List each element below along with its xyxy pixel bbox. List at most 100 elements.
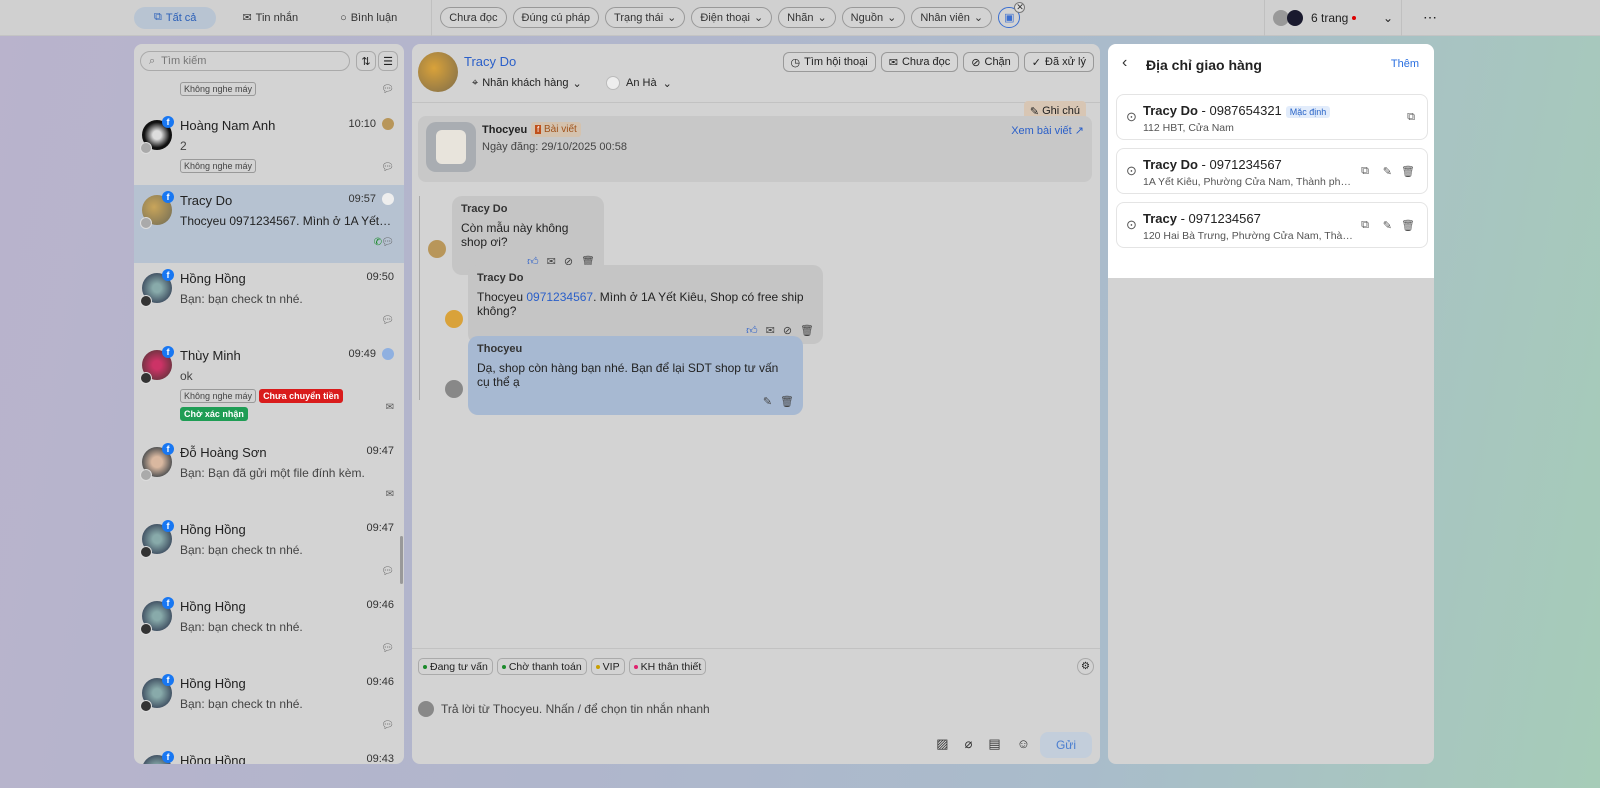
block-button[interactable]: ⊘ Chặn bbox=[963, 52, 1019, 72]
edit-icon[interactable]: ✎ bbox=[1383, 165, 1392, 178]
page-avatar bbox=[140, 469, 152, 481]
filter-source[interactable]: Nguồn ⌄ bbox=[841, 7, 906, 28]
add-address-button[interactable]: Thêm bbox=[1391, 58, 1419, 70]
search-input[interactable]: ⌕ Tìm kiếm bbox=[140, 51, 350, 71]
default-badge: Mặc định bbox=[1285, 105, 1331, 118]
mail-icon: ✉ bbox=[385, 402, 394, 413]
divider bbox=[1401, 0, 1402, 36]
message-bubble: Tracy Do Còn mẫu này không shop ơi? 👍︎ ✉ ⊘… bbox=[452, 196, 604, 275]
tag: Không nghe máy bbox=[180, 159, 257, 173]
chevron-down-icon: ⌄ bbox=[973, 12, 984, 24]
scrollbar[interactable] bbox=[400, 536, 403, 584]
conversation-item[interactable]: f Hồng Hồng 09:46 Bạn: bạn check tn nhé.… bbox=[134, 591, 404, 668]
avatar bbox=[1287, 9, 1303, 26]
filter-label[interactable]: Nhãn ⌄ bbox=[778, 7, 836, 28]
label-chip[interactable]: Đang tư vấn bbox=[418, 658, 493, 675]
back-icon[interactable]: ‹ bbox=[1122, 54, 1127, 72]
avatar bbox=[445, 380, 463, 398]
divider bbox=[412, 102, 1100, 103]
conversation-item[interactable]: f Thùy Minh 09:49 ok Không nghe máy Chưa … bbox=[134, 340, 404, 440]
comment-icon: 💬︎ bbox=[381, 315, 394, 326]
conversation-item[interactable]: f Hồng Hồng 09:43 bbox=[134, 745, 404, 764]
post-thumbnail bbox=[426, 122, 476, 172]
chevron-down-icon: ⌄ bbox=[817, 12, 827, 24]
edit-icon[interactable]: ✎ bbox=[1383, 219, 1392, 232]
close-icon[interactable]: ✕ bbox=[1014, 2, 1026, 13]
trash-icon[interactable]: 🗑︎ bbox=[1401, 219, 1415, 232]
filter-staff[interactable]: Nhân viên ⌄ bbox=[911, 7, 993, 28]
list-icon: ☰ bbox=[383, 55, 393, 68]
chevron-down-icon: ⌄ bbox=[662, 77, 672, 90]
label-chip[interactable]: KH thân thiết bbox=[628, 658, 707, 675]
avatar bbox=[418, 701, 434, 717]
label-settings-icon[interactable]: ⚙ bbox=[1077, 658, 1094, 675]
chat-panel: Tracy Do ⌖ Nhãn khách hàng ⌄ An Hà ⌄ ◷ Tìm h… bbox=[412, 44, 1100, 764]
view-post-link[interactable]: Xem bài viết ↗ bbox=[1011, 124, 1084, 137]
comment-icon: 💬︎ bbox=[381, 237, 394, 248]
facebook-icon: f bbox=[162, 751, 174, 763]
conversation-item-selected[interactable]: f Tracy Do 09:57 Thocyeu 0971234567. Mìn… bbox=[134, 185, 404, 263]
conversation-item[interactable]: Không nghe máy 💬︎ bbox=[134, 76, 404, 104]
filter-syntax[interactable]: Đúng cú pháp bbox=[512, 7, 600, 28]
emoji-icon[interactable]: ☺ bbox=[1017, 736, 1030, 752]
tab-all[interactable]: ⧉ Tất cả bbox=[134, 6, 217, 29]
conversation-list: ⌕ Tìm kiếm ⇅ ☰ Không nghe máy 💬︎ f Hoàng … bbox=[134, 44, 404, 764]
conversation-item[interactable]: f Hoàng Nam Anh 10:10 2 Không nghe máy 💬… bbox=[134, 110, 404, 185]
filter-status[interactable]: Trạng thái ⌄ bbox=[605, 7, 686, 28]
contact-name[interactable]: Tracy Do bbox=[464, 54, 516, 69]
phone-link[interactable]: 0971234567 bbox=[526, 290, 593, 304]
tab-comments[interactable]: ○ Bình luận bbox=[324, 7, 413, 29]
address-card[interactable]: ⊙ Tracy Do - 0971234567 1A Yết Kiêu, Phư… bbox=[1116, 148, 1428, 194]
image-icon[interactable]: ▨ bbox=[936, 736, 948, 752]
check-icon: ✓ bbox=[1031, 56, 1042, 69]
page-avatar bbox=[140, 295, 152, 307]
page-avatar bbox=[140, 372, 152, 384]
conversation-item[interactable]: f Hồng Hồng 09:50 Bạn: bạn check tn nhé.… bbox=[134, 263, 404, 340]
page-selector[interactable]: 6 trang ⌄ bbox=[1273, 9, 1393, 26]
comment-icon: 💬︎ bbox=[381, 643, 394, 654]
trash-icon[interactable]: 🗑︎ bbox=[1401, 165, 1415, 178]
location-pin-icon: ⊙ bbox=[1126, 109, 1137, 124]
search-conversation-button[interactable]: ◷ Tìm hội thoại bbox=[782, 52, 876, 72]
attachment-icon[interactable]: ⌀ bbox=[965, 736, 973, 752]
copy-icon[interactable]: ⧉ bbox=[1361, 219, 1369, 232]
filter-phone[interactable]: Điện thoại ⌄ bbox=[691, 7, 773, 28]
copy-icon[interactable]: ⧉ bbox=[1361, 165, 1369, 178]
mark-unread-button[interactable]: ✉ Chưa đọc bbox=[880, 52, 959, 72]
filter-unread[interactable]: Chưa đọc bbox=[440, 7, 507, 28]
address-card[interactable]: ⊙ Tracy - 0971234567 120 Hai Bà Trưng, P… bbox=[1116, 202, 1428, 248]
post-type-badge: f Bài viết bbox=[531, 122, 581, 137]
avatar bbox=[428, 240, 446, 258]
page-avatar bbox=[140, 142, 152, 154]
trash-icon[interactable]: 🗑︎ bbox=[780, 395, 794, 408]
conversation-item[interactable]: f Hồng Hồng 09:46 Bạn: bạn check tn nhé.… bbox=[134, 668, 404, 745]
panel-title: Địa chỉ giao hàng bbox=[1146, 57, 1262, 73]
address-card[interactable]: ⊙ Tracy Do - 0987654321 Mặc định 112 HBT,… bbox=[1116, 94, 1428, 140]
mark-done-button[interactable]: ✓ Đã xử lý bbox=[1023, 52, 1094, 72]
sort-button[interactable]: ⇅ bbox=[356, 51, 376, 71]
comment-icon: 💬︎ bbox=[381, 566, 394, 577]
block-icon: ⊘ bbox=[971, 56, 981, 69]
message-actions: ✎ 🗑︎ bbox=[477, 395, 794, 408]
quick-reply-icon[interactable]: ▤ bbox=[988, 736, 1000, 752]
customer-label-select[interactable]: ⌖ Nhãn khách hàng ⌄ bbox=[472, 77, 582, 90]
chat-icon: ⧉ bbox=[154, 11, 162, 23]
pencil-icon[interactable]: ✎ bbox=[763, 395, 772, 408]
label-dot bbox=[633, 664, 638, 669]
trash-icon[interactable]: 🗑︎ bbox=[800, 324, 814, 337]
tab-messages[interactable]: ✉ Tin nhắn bbox=[226, 7, 314, 29]
conversation-item[interactable]: f Hồng Hồng 09:47 Bạn: bạn check tn nhé.… bbox=[134, 514, 404, 591]
search-icon: ⌕ bbox=[149, 54, 156, 67]
more-icon[interactable]: ⋯ bbox=[1410, 9, 1450, 26]
label-chip[interactable]: VIP bbox=[590, 658, 625, 675]
filter-list-button[interactable]: ☰ bbox=[378, 51, 398, 71]
copy-icon[interactable]: ⧉ bbox=[1407, 111, 1415, 124]
date-filter-button[interactable]: ▣ ✕ bbox=[998, 2, 1026, 28]
location-pin-icon: ⊙ bbox=[1126, 163, 1137, 178]
send-button[interactable]: Gửi bbox=[1040, 732, 1092, 758]
label-chip[interactable]: Chờ thanh toán bbox=[496, 658, 587, 675]
assignee-select[interactable]: An Hà ⌄ bbox=[606, 76, 672, 90]
conversation-item[interactable]: f Đỗ Hoàng Sơn 09:47 Bạn: Bạn đã gửi một… bbox=[134, 437, 404, 514]
label-dot bbox=[595, 664, 600, 669]
reply-input[interactable]: Trả lời từ Thocyeu. Nhấn / để chọn tin n… bbox=[441, 702, 710, 716]
